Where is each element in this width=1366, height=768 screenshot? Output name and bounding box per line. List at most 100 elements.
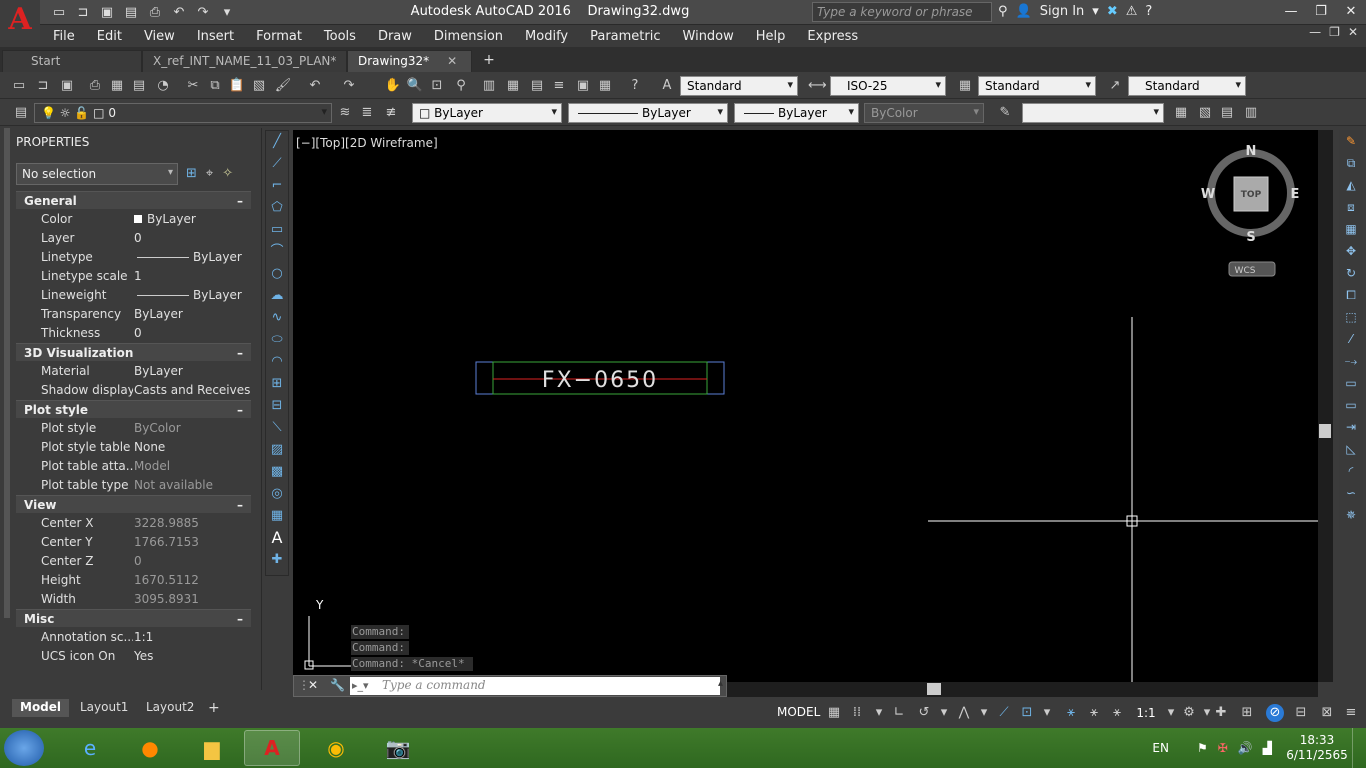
prop-row[interactable]: UCS icon On Yes xyxy=(16,646,251,665)
doc-minimize-icon[interactable]: — xyxy=(1309,25,1321,39)
help-search-input[interactable]: Type a keyword or phrase xyxy=(812,2,992,22)
pan-icon[interactable]: ✋ xyxy=(384,77,402,95)
menu-tools[interactable]: Tools xyxy=(313,29,367,44)
menu-file[interactable]: File xyxy=(42,29,86,44)
sheet-set-icon[interactable]: ≡ xyxy=(550,77,568,95)
section-3d-visualization[interactable]: 3D Visualization – xyxy=(16,343,251,361)
prop-row[interactable]: Plot table atta... Model xyxy=(16,456,251,475)
prop-row[interactable]: Linetype scale 1 xyxy=(16,266,251,285)
show-desktop-button[interactable] xyxy=(1352,728,1366,768)
construction-line-icon[interactable]: ⟋ xyxy=(266,153,288,175)
chevron-down-icon[interactable]: ▾ xyxy=(1092,4,1099,19)
extend-icon[interactable]: ⤍ xyxy=(1339,350,1363,372)
circle-icon[interactable]: ○ xyxy=(266,263,288,285)
collapse-icon[interactable]: – xyxy=(237,403,243,417)
table-icon[interactable]: ▦ xyxy=(266,505,288,527)
ellipse-icon[interactable]: ⬭ xyxy=(266,329,288,351)
select-objects-icon[interactable]: ⌖ xyxy=(206,166,213,181)
layer-properties-icon[interactable]: ▤ xyxy=(12,104,30,122)
menu-edit[interactable]: Edit xyxy=(86,29,133,44)
menu-draw[interactable]: Draw xyxy=(367,29,423,44)
file-explorer-icon[interactable]: ▆ xyxy=(184,730,240,766)
section-misc[interactable]: Misc – xyxy=(16,609,251,627)
fillet-icon[interactable]: ◜ xyxy=(1339,460,1363,482)
collapse-icon[interactable]: – xyxy=(237,498,243,512)
erase-icon[interactable]: ✎ xyxy=(1339,130,1363,152)
menu-window[interactable]: Window xyxy=(672,29,745,44)
layer-previous-icon[interactable]: ≣ xyxy=(358,104,376,122)
annotation-visibility-icon[interactable]: ⚹ xyxy=(1062,704,1080,722)
mirror-icon[interactable]: ◭ xyxy=(1339,174,1363,196)
revision-cloud-icon[interactable]: ☁ xyxy=(266,285,288,307)
tab-layout1[interactable]: Layout1 xyxy=(80,699,128,717)
menu-insert[interactable]: Insert xyxy=(186,29,245,44)
line-icon[interactable]: ╱ xyxy=(266,131,288,153)
object-icon-1[interactable]: ▦ xyxy=(1172,104,1190,122)
command-prompt-icon[interactable]: ▸_▾ xyxy=(352,679,369,692)
sign-in-label[interactable]: Sign In xyxy=(1040,4,1085,19)
prop-row[interactable]: Lineweight ByLayer xyxy=(16,285,251,304)
chrome-icon[interactable]: ◉ xyxy=(308,730,364,766)
internet-explorer-icon[interactable]: e xyxy=(62,730,118,766)
isodraft-dropdown-icon[interactable]: ▾ xyxy=(975,704,993,722)
menu-modify[interactable]: Modify xyxy=(514,29,579,44)
object-snap-tracking-icon[interactable]: ⟋ xyxy=(995,704,1013,722)
text-style-icon[interactable]: A xyxy=(658,77,676,95)
prop-row[interactable]: Thickness 0 xyxy=(16,323,251,342)
print-icon[interactable]: ⎙ xyxy=(144,3,166,21)
trim-icon[interactable]: ⁄ xyxy=(1339,328,1363,350)
plot-icon[interactable]: ⎙ xyxy=(86,77,104,95)
quick-select-icon[interactable]: ✧ xyxy=(222,166,233,181)
prop-row[interactable]: Height 1670.5112 xyxy=(16,570,251,589)
tab-xref-plan[interactable]: X_ref_INT_NAME_11_03_PLAN*✕ xyxy=(142,50,364,72)
polygon-icon[interactable]: ⬠ xyxy=(266,197,288,219)
tab-model[interactable]: Model xyxy=(12,699,70,717)
section-general[interactable]: General – xyxy=(16,191,251,209)
binoculars-icon[interactable]: ⚲ xyxy=(998,4,1008,19)
cut-icon[interactable]: ✂ xyxy=(184,77,202,95)
chamfer-icon[interactable]: ◺ xyxy=(1339,438,1363,460)
a360-icon[interactable]: ⚠ xyxy=(1126,4,1138,19)
hatch-icon[interactable]: ▨ xyxy=(266,439,288,461)
help-icon[interactable]: ? xyxy=(1145,4,1152,19)
autocad-taskbar-icon[interactable]: A xyxy=(244,730,300,766)
publish-icon[interactable]: ▤ xyxy=(130,77,148,95)
toggle-pickadd-icon[interactable]: ⊞ xyxy=(186,166,197,181)
table-style-dropdown[interactable]: Standard xyxy=(978,76,1096,96)
prop-row[interactable]: Shadow display Casts and Receives... xyxy=(16,380,251,399)
customize-wrench-icon[interactable]: 🔧 xyxy=(330,678,345,692)
dim-style-icon[interactable]: ⟷ xyxy=(808,77,827,95)
help-icon[interactable]: ? xyxy=(626,77,644,95)
zoom-window-icon[interactable]: ⊡ xyxy=(428,77,446,95)
selection-dropdown[interactable]: No selection ▾ xyxy=(16,163,178,185)
copy-icon[interactable]: ⧉ xyxy=(206,77,224,95)
units-icon[interactable]: ⊞ xyxy=(1238,704,1256,722)
add-layout-icon[interactable]: + xyxy=(208,699,220,717)
prop-row[interactable]: Plot style table None xyxy=(16,437,251,456)
ortho-icon[interactable]: ∟ xyxy=(890,704,908,722)
mtext-icon[interactable]: A xyxy=(266,527,288,549)
paste-special-icon[interactable]: ▧ xyxy=(250,77,268,95)
isolate-objects-icon[interactable]: ⊘ xyxy=(1266,704,1284,722)
copy-object-icon[interactable]: ⧉ xyxy=(1339,152,1363,174)
doc-restore-icon[interactable]: ❐ xyxy=(1329,25,1340,39)
close-icon[interactable]: ✕ xyxy=(1336,0,1366,22)
prop-row[interactable]: Material ByLayer xyxy=(16,361,251,380)
lineweight-dropdown[interactable]: ByLayer xyxy=(734,103,859,123)
section-view[interactable]: View – xyxy=(16,495,251,513)
snap-icon[interactable]: ⁞⁞ xyxy=(848,704,866,722)
prop-row[interactable]: Annotation sc... 1:1 xyxy=(16,627,251,646)
open-icon[interactable]: ⊐ xyxy=(34,77,52,95)
break-at-point-icon[interactable]: ▭ xyxy=(1339,372,1363,394)
minimize-icon[interactable]: — xyxy=(1276,0,1306,22)
isodraft-icon[interactable]: ⋀ xyxy=(955,704,973,722)
menu-express[interactable]: Express xyxy=(796,29,869,44)
scroll-thumb[interactable] xyxy=(927,683,941,695)
horizontal-scrollbar[interactable] xyxy=(727,682,1318,697)
menu-help[interactable]: Help xyxy=(745,29,797,44)
compass-north[interactable]: N xyxy=(1246,144,1257,159)
plot-preview-icon[interactable]: ▦ xyxy=(108,77,126,95)
collapse-icon[interactable]: – xyxy=(237,194,243,208)
layer-state-icon[interactable]: ≢ xyxy=(382,104,400,122)
hardware-acceleration-icon[interactable]: ⊟ xyxy=(1292,704,1310,722)
